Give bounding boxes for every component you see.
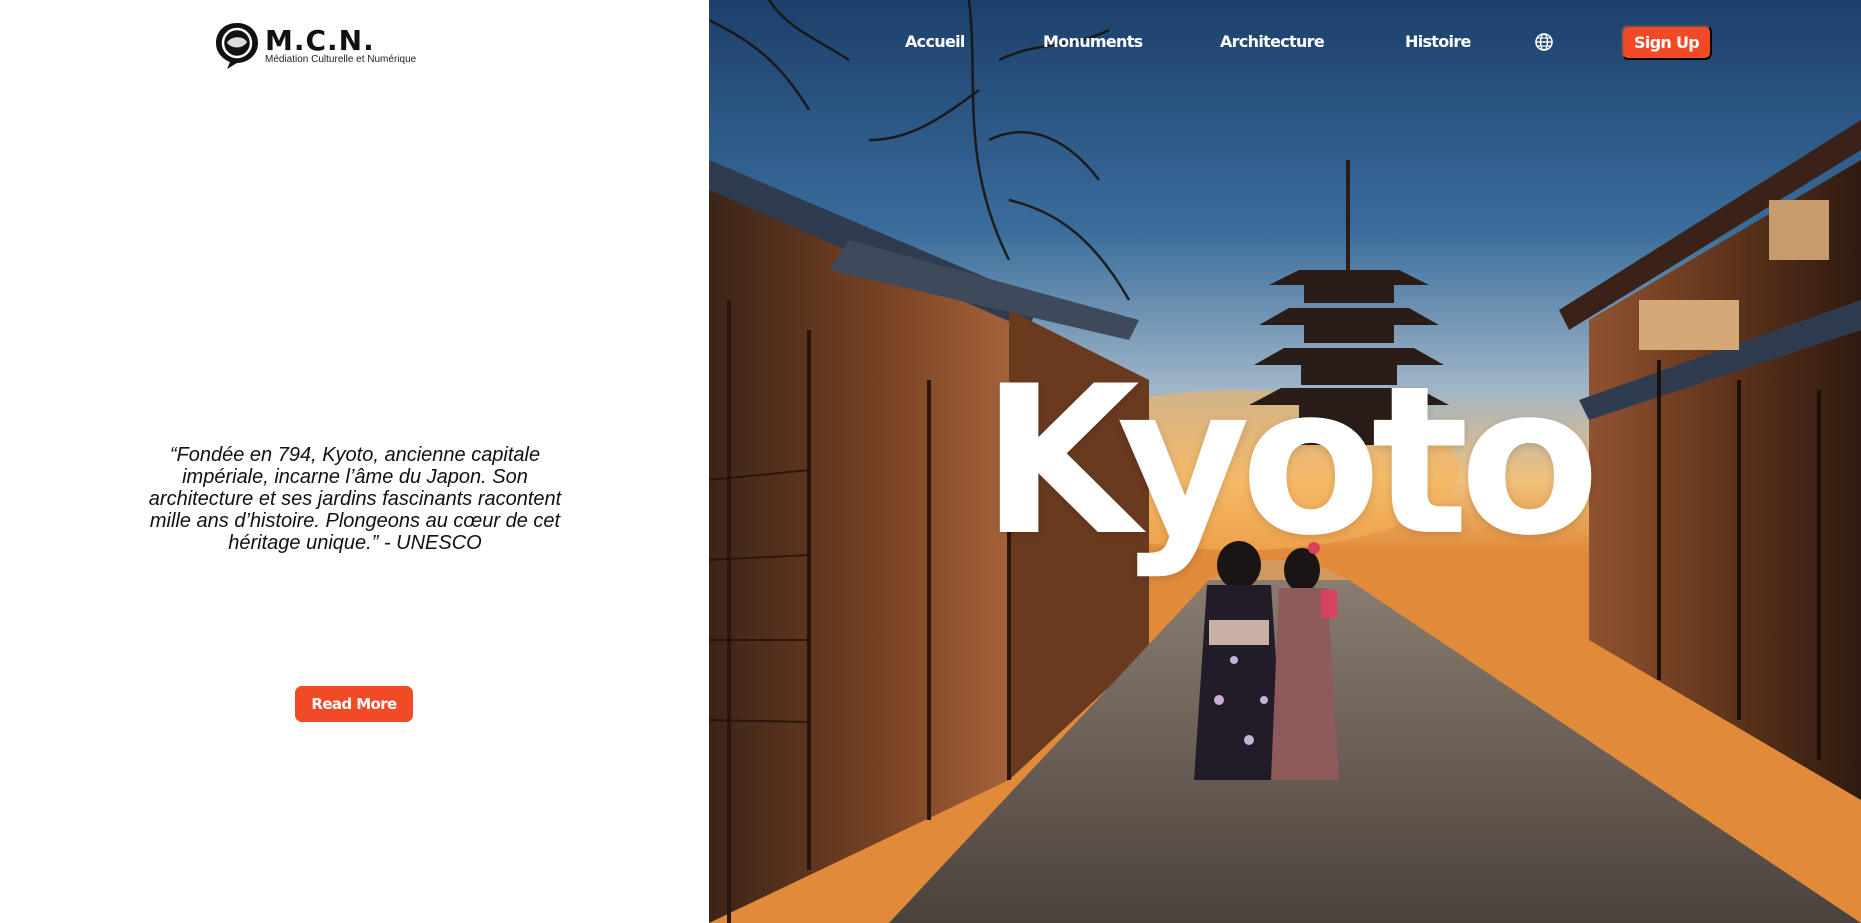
nav-item-accueil[interactable]: Accueil <box>905 32 965 51</box>
brand-name: M.C.N. <box>265 23 375 57</box>
sign-up-button[interactable]: Sign Up <box>1621 25 1712 60</box>
top-navigation: Accueil Monuments Architecture Histoire … <box>709 0 1861 80</box>
unesco-quote: “Fondée en 794, Kyoto, ancienne capitale… <box>148 444 562 554</box>
nav-item-monuments[interactable]: Monuments <box>1043 32 1143 51</box>
nav-item-architecture[interactable]: Architecture <box>1220 32 1325 51</box>
brand-logo[interactable]: M.C.N. Médiation Culturelle et Numérique <box>213 20 416 70</box>
read-more-button[interactable]: Read More <box>295 686 413 722</box>
nav-item-histoire[interactable]: Histoire <box>1405 32 1471 51</box>
left-panel: M.C.N. Médiation Culturelle et Numérique… <box>0 0 709 923</box>
brand-tagline: Médiation Culturelle et Numérique <box>265 53 417 65</box>
speech-bubble-logo-icon <box>216 23 258 69</box>
globe-icon[interactable] <box>1534 32 1554 52</box>
hero-title: Kyoto <box>981 343 1600 581</box>
